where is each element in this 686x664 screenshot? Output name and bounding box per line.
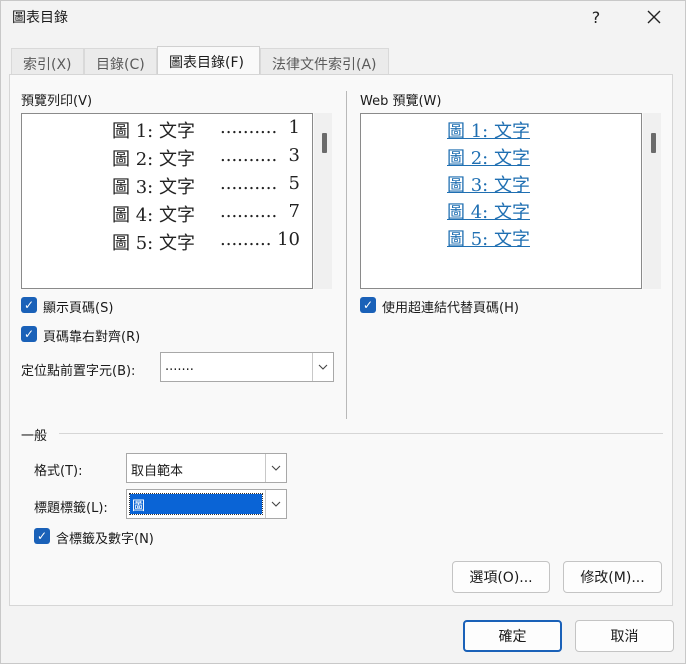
- check-icon: ✓: [23, 327, 35, 341]
- use-hyperlinks-label: 使用超連結代替頁碼(H): [382, 301, 519, 316]
- close-icon: [647, 10, 661, 24]
- options-button[interactable]: 選項(O)...: [452, 561, 550, 593]
- web-preview-scrollbar[interactable]: [643, 113, 661, 289]
- title-bar: 圖表目錄 ?: [1, 1, 685, 35]
- tab-leader-label: 定位點前置字元(B):: [21, 364, 136, 379]
- column-divider: [346, 91, 347, 419]
- web-preview-link: 圖 1: 文字: [447, 121, 530, 142]
- caption-label-value: 圖: [129, 493, 263, 515]
- web-preview-link: 圖 2: 文字: [447, 148, 530, 169]
- general-heading: 一般: [21, 429, 48, 444]
- chevron-down-icon[interactable]: [265, 454, 286, 482]
- web-preview-link: 圖 3: 文字: [447, 175, 530, 196]
- web-preview-link: 圖 5: 文字: [447, 229, 530, 250]
- print-preview-entry: 圖 2: 文字 .......... 3: [112, 145, 300, 170]
- scrollbar-thumb[interactable]: [322, 133, 327, 153]
- include-label-checkbox[interactable]: ✓: [34, 528, 50, 544]
- include-label-label: 含標籤及數字(N): [56, 532, 154, 547]
- format-label: 格式(T):: [34, 464, 83, 479]
- modify-button[interactable]: 修改(M)...: [563, 561, 662, 593]
- web-preview-label: Web 預覽(W): [360, 94, 442, 109]
- format-value: 取自範本: [131, 464, 184, 479]
- check-icon: ✓: [362, 298, 374, 312]
- tab-table-of-authorities[interactable]: 法律文件索引(A): [260, 48, 389, 75]
- chevron-down-icon[interactable]: [265, 490, 286, 518]
- print-preview-entry: 圖 4: 文字 .......... 7: [112, 201, 300, 226]
- tab-table-of-figures[interactable]: 圖表目錄(F): [157, 46, 260, 76]
- scrollbar-thumb[interactable]: [651, 133, 656, 153]
- print-preview-scrollbar[interactable]: [314, 113, 332, 289]
- show-page-numbers-checkbox[interactable]: ✓: [21, 297, 37, 313]
- use-hyperlinks-checkbox[interactable]: ✓: [360, 297, 376, 313]
- print-preview-label: 預覽列印(V): [21, 94, 93, 109]
- show-page-numbers-label: 顯示頁碼(S): [43, 301, 114, 316]
- print-preview-entry: 圖 3: 文字 .......... 5: [112, 173, 300, 198]
- right-align-label: 頁碼靠右對齊(R): [43, 330, 141, 345]
- web-preview-box: 圖 1: 文字 圖 2: 文字 圖 3: 文字 圖 4: 文字 圖 5: 文字: [360, 113, 642, 289]
- caption-label-label: 標題標籤(L):: [34, 501, 108, 516]
- caption-label-dropdown[interactable]: 圖: [126, 489, 287, 519]
- close-button[interactable]: [631, 1, 677, 33]
- tab-leader-dropdown[interactable]: .......: [160, 352, 334, 382]
- table-of-figures-dialog: 圖表目錄 ? 索引(X) 目錄(C) 圖表目錄(F) 法律文件索引(A) 預覽列…: [0, 0, 686, 664]
- general-divider: [59, 433, 663, 434]
- check-icon: ✓: [23, 298, 35, 312]
- tab-index[interactable]: 索引(X): [11, 48, 84, 75]
- dialog-title: 圖表目錄: [12, 10, 68, 26]
- right-align-checkbox[interactable]: ✓: [21, 326, 37, 342]
- chevron-down-icon[interactable]: [312, 353, 333, 381]
- ok-button[interactable]: 確定: [463, 620, 562, 652]
- cancel-button[interactable]: 取消: [575, 620, 674, 652]
- tab-table-of-contents[interactable]: 目錄(C): [84, 48, 157, 75]
- help-button[interactable]: ?: [573, 1, 619, 33]
- print-preview-entry: 圖 1: 文字 .......... 1: [112, 117, 300, 142]
- check-icon: ✓: [36, 529, 48, 543]
- tab-strip: 索引(X) 目錄(C) 圖表目錄(F) 法律文件索引(A): [11, 46, 671, 76]
- web-preview-link: 圖 4: 文字: [447, 202, 530, 223]
- tab-leader-value: .......: [165, 359, 194, 374]
- print-preview-entry: 圖 5: 文字 ......... 10: [112, 229, 300, 254]
- format-dropdown[interactable]: 取自範本: [126, 453, 287, 483]
- print-preview-box: 圖 1: 文字 .......... 1 圖 2: 文字 .......... …: [21, 113, 313, 289]
